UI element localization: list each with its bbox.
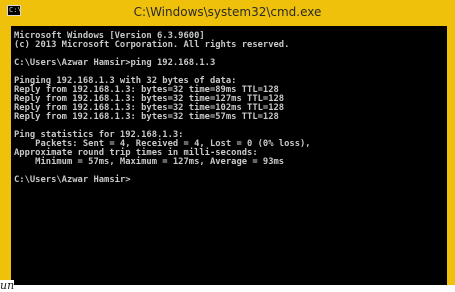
page-caption-fragment: un: [0, 279, 15, 292]
console-line: C:\Users\Azwar Hamsir>ping 192.168.1.3: [14, 58, 216, 68]
console-line: (c) 2013 Microsoft Corporation. All righ…: [14, 40, 290, 50]
window-title: C:\Windows\system32\cmd.exe: [133, 5, 322, 19]
console-line: Minimum = 57ms, Maximum = 127ms, Average…: [14, 157, 285, 167]
console-text: Microsoft Windows [Version 6.3.9600] (c) …: [11, 26, 447, 185]
cmd-window: C:\ C:\Windows\system32\cmd.exe Microsof…: [0, 0, 455, 285]
console-prompt[interactable]: C:\Users\Azwar Hamsir>: [14, 176, 447, 185]
console-line: Reply from 192.168.1.3: bytes=32 time=57…: [14, 112, 279, 122]
console-output[interactable]: Microsoft Windows [Version 6.3.9600] (c) …: [11, 26, 447, 285]
title-bar[interactable]: C:\ C:\Windows\system32\cmd.exe: [0, 0, 455, 26]
